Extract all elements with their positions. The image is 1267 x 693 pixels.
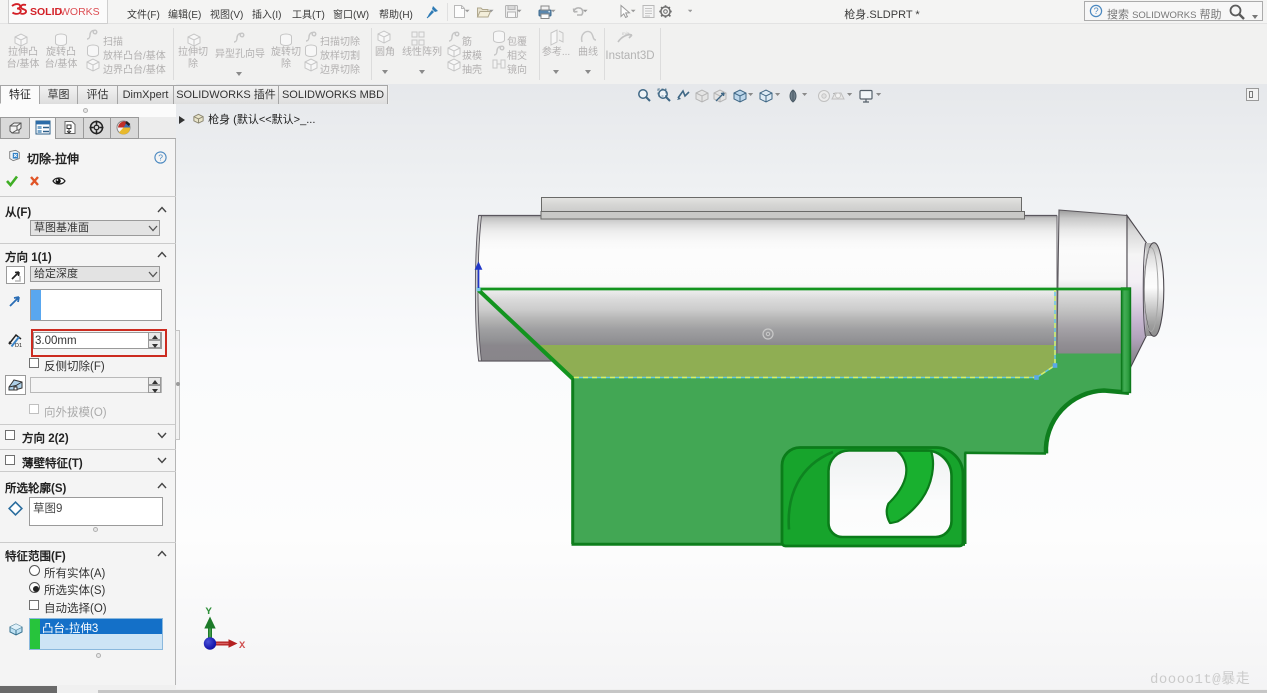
svg-text:Y: Y [206, 606, 213, 618]
svg-text:X: X [239, 640, 246, 652]
